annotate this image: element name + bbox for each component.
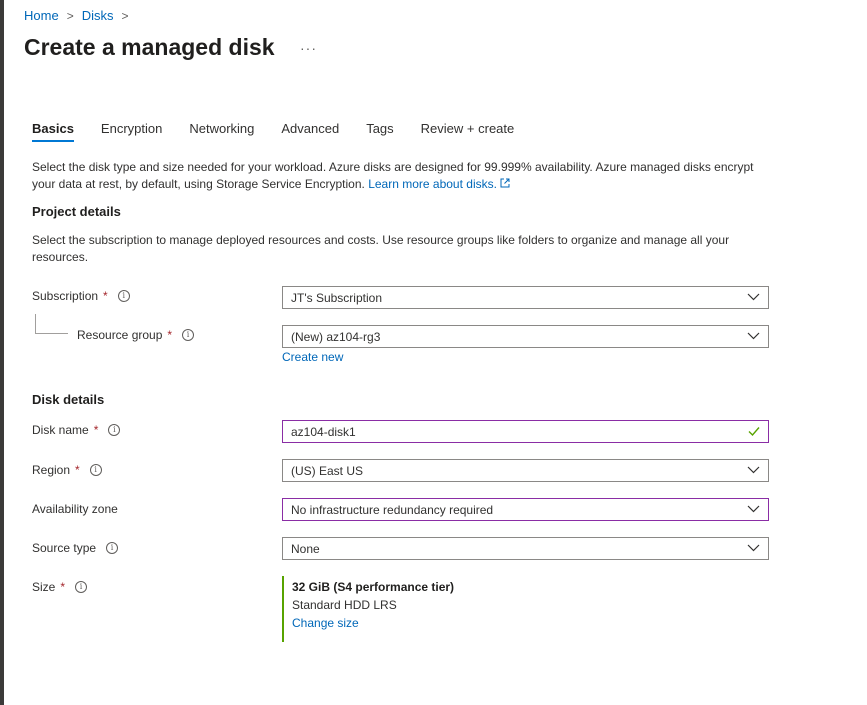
resource-group-value: (New) az104-rg3 <box>291 329 381 344</box>
size-label-text: Size <box>32 580 56 594</box>
chevron-down-icon <box>747 505 760 513</box>
subscription-label: Subscription * i <box>32 289 130 303</box>
tab-review-create[interactable]: Review + create <box>421 121 515 142</box>
chevron-down-icon <box>747 544 760 552</box>
info-icon[interactable]: i <box>89 464 102 476</box>
size-sku: Standard HDD LRS <box>292 598 397 612</box>
info-icon[interactable]: i <box>182 329 195 341</box>
project-details-heading: Project details <box>32 204 121 219</box>
more-options-icon[interactable]: ··· <box>300 40 317 56</box>
disk-name-label-text: Disk name <box>32 423 89 437</box>
disk-details-heading: Disk details <box>32 392 105 407</box>
region-label-text: Region <box>32 463 71 477</box>
required-marker: * <box>93 423 99 437</box>
tab-basics[interactable]: Basics <box>32 121 74 142</box>
source-type-label-text: Source type <box>32 541 97 555</box>
intro-description: Select the disk type and size needed for… <box>32 159 762 193</box>
project-description: Select the subscription to manage deploy… <box>32 233 730 264</box>
change-size-link[interactable]: Change size <box>292 616 454 630</box>
info-icon[interactable]: i <box>117 290 130 302</box>
breadcrumb-home[interactable]: Home <box>24 8 59 23</box>
subscription-dropdown[interactable]: JT's Subscription <box>282 286 769 309</box>
source-type-dropdown[interactable]: None <box>282 537 769 560</box>
page-title: Create a managed disk <box>24 34 275 60</box>
tab-tags[interactable]: Tags <box>366 121 393 142</box>
breadcrumb: Home > Disks > <box>24 8 129 23</box>
info-icon[interactable]: i <box>75 581 88 593</box>
required-marker: * <box>60 580 66 594</box>
external-link-icon <box>500 178 510 188</box>
resource-group-dropdown[interactable]: (New) az104-rg3 <box>282 325 769 348</box>
source-type-value: None <box>291 541 320 556</box>
source-type-label: Source type i <box>32 541 119 555</box>
learn-more-link[interactable]: Learn more about disks. <box>368 177 497 191</box>
size-tier: 32 GiB (S4 performance tier) <box>292 580 455 594</box>
breadcrumb-disks[interactable]: Disks <box>82 8 114 23</box>
disk-name-input[interactable]: az104-disk1 <box>282 420 769 443</box>
availability-zone-value: No infrastructure redundancy required <box>291 502 494 517</box>
required-marker: * <box>75 463 80 477</box>
chevron-down-icon <box>747 293 760 301</box>
tab-networking[interactable]: Networking <box>189 121 254 142</box>
resource-group-label: Resource group * i <box>77 328 195 342</box>
info-icon[interactable]: i <box>106 542 119 554</box>
size-summary: 32 GiB (S4 performance tier) Standard HD… <box>282 576 454 642</box>
resource-group-label-text: Resource group <box>77 328 163 342</box>
chevron-right-icon: > <box>66 8 74 23</box>
region-dropdown[interactable]: (US) East US <box>282 459 769 482</box>
disk-name-label: Disk name * i <box>32 423 121 437</box>
availability-zone-label-text: Availability zone <box>32 502 118 516</box>
left-edge-bar <box>0 0 4 705</box>
checkmark-icon <box>748 427 760 437</box>
chevron-down-icon <box>747 466 760 474</box>
region-label: Region * i <box>32 463 102 477</box>
availability-zone-dropdown[interactable]: No infrastructure redundancy required <box>282 498 769 521</box>
tree-connector <box>35 314 68 334</box>
subscription-label-text: Subscription <box>32 289 99 303</box>
chevron-right-icon: > <box>121 8 129 23</box>
region-value: (US) East US <box>291 463 364 478</box>
availability-zone-label: Availability zone <box>32 502 118 516</box>
chevron-down-icon <box>747 332 760 340</box>
create-new-link[interactable]: Create new <box>282 350 343 364</box>
tab-encryption[interactable]: Encryption <box>101 121 162 142</box>
subscription-value: JT's Subscription <box>291 290 382 305</box>
tab-bar: Basics Encryption Networking Advanced Ta… <box>32 121 541 142</box>
tab-advanced[interactable]: Advanced <box>281 121 339 142</box>
info-icon[interactable]: i <box>108 424 121 436</box>
size-label: Size * i <box>32 580 88 594</box>
required-marker: * <box>103 289 108 303</box>
disk-name-value: az104-disk1 <box>291 424 356 439</box>
required-marker: * <box>167 328 173 342</box>
